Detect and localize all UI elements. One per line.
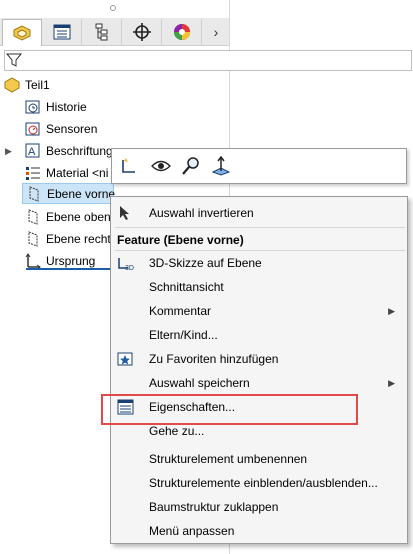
menu-item-parent-child[interactable]: Eltern/Kind... <box>111 323 407 347</box>
sensor-icon <box>25 122 40 136</box>
menu-separator <box>115 227 405 228</box>
svg-text:A: A <box>28 146 36 158</box>
normal-to-icon <box>211 156 231 176</box>
plane-icon <box>29 185 39 202</box>
part-icon <box>4 77 20 93</box>
context-menu: Auswahl invertieren Feature (Ebene vorne… <box>110 196 408 544</box>
history-icon <box>25 100 40 114</box>
menu-item-invert-selection[interactable]: Auswahl invertieren <box>111 201 407 225</box>
svg-text:3D: 3D <box>125 265 134 271</box>
tree-item-ebene-oben[interactable]: Ebene oben <box>25 207 111 227</box>
menu-section-header: Feature (Ebene vorne) <box>117 233 244 247</box>
3d-sketch-icon: 3D <box>118 258 134 271</box>
part-icon <box>13 25 31 41</box>
menu-item-comment[interactable]: Kommentar ▶ <box>111 299 407 323</box>
property-manager-icon <box>53 24 70 40</box>
tree-root-part[interactable]: Teil1 <box>4 75 50 95</box>
tree-item-material[interactable]: Material <ni <box>25 163 108 183</box>
tree-item-label: Ursprung <box>46 254 96 268</box>
show-hide-button[interactable] <box>150 155 172 177</box>
panel-grip-icon[interactable] <box>110 5 116 11</box>
tree-item-label: Material <ni <box>46 166 109 180</box>
configuration-icon <box>95 23 107 41</box>
menu-item-3d-sketch-on-plane[interactable]: 3D 3D-Skizze auf Ebene <box>111 251 407 275</box>
plane-icon <box>28 231 38 247</box>
zoom-icon <box>182 157 199 175</box>
eye-icon <box>151 160 171 172</box>
menu-item-customize-menu[interactable]: Menü anpassen <box>111 519 407 543</box>
tree-item-ebene-vorne[interactable]: Ebene vorne <box>22 183 116 204</box>
context-toolbar <box>111 148 407 184</box>
menu-item-add-to-favorites[interactable]: Zu Favoriten hinzufügen <box>111 347 407 371</box>
highlight-box <box>101 394 358 425</box>
crosshair-icon <box>132 23 151 41</box>
menu-item-label: Kommentar <box>149 304 212 318</box>
material-icon <box>26 167 40 180</box>
menu-item-label: Auswahl speichern <box>149 376 250 390</box>
tab-dimxpert[interactable] <box>122 19 162 45</box>
invert-selection-icon <box>120 206 129 220</box>
menu-item-rename-tree-item[interactable]: Strukturelement umbenennen <box>111 447 407 471</box>
tree-item-beschriftungen[interactable]: ▶ A Beschriftung <box>5 141 113 161</box>
submenu-arrow-icon: ▶ <box>388 305 395 316</box>
tree-item-label: Ebene recht <box>46 232 111 246</box>
tree-item-label: Historie <box>46 100 87 114</box>
favorites-icon <box>117 352 133 366</box>
menu-item-section-view[interactable]: Schnittansicht <box>111 275 407 299</box>
tree-item-ebene-rechts[interactable]: Ebene recht <box>25 229 111 249</box>
rollback-bar[interactable] <box>26 268 112 270</box>
menu-item-label: Gehe zu... <box>149 424 205 438</box>
menu-item-label: Auswahl invertieren <box>149 206 254 220</box>
tree-item-label: Ebene vorne <box>47 186 116 201</box>
expand-arrow-icon[interactable]: ▶ <box>5 146 17 157</box>
sketch-icon <box>122 158 135 173</box>
zoom-to-selection-button[interactable] <box>180 155 202 177</box>
menu-item-label: Strukturelement umbenennen <box>149 452 308 466</box>
menu-item-label: Eltern/Kind... <box>149 328 218 342</box>
tree-item-label: Ebene oben <box>46 210 111 224</box>
annotations-icon: A <box>25 143 40 158</box>
menu-item-label: Zu Favoriten hinzufügen <box>149 352 279 366</box>
tree-item-historie[interactable]: Historie <box>25 97 87 117</box>
sketch-button[interactable] <box>118 155 140 177</box>
normal-to-button[interactable] <box>210 155 232 177</box>
menu-item-label: Strukturelemente einblenden/ausblenden..… <box>149 476 378 490</box>
tab-display-manager[interactable] <box>162 19 202 45</box>
tab-configurationmanager[interactable] <box>82 19 122 45</box>
menu-item-collapse-tree[interactable]: Baumstruktur zuklappen <box>111 495 407 519</box>
tree-item-sensoren[interactable]: Sensoren <box>25 119 97 139</box>
tab-propertymanager[interactable] <box>42 19 82 45</box>
filter-icon <box>6 53 22 67</box>
tree-filter-input[interactable] <box>4 50 412 71</box>
menu-item-label: Menü anpassen <box>149 524 235 538</box>
tab-featuremanager[interactable] <box>2 19 42 46</box>
tab-scroll-right-icon[interactable]: › <box>206 19 226 45</box>
plane-icon <box>28 209 38 225</box>
menu-item-label: Baumstruktur zuklappen <box>149 500 279 514</box>
origin-icon <box>25 253 41 269</box>
tree-item-label: Beschriftung <box>46 144 113 158</box>
tree-root-label: Teil1 <box>25 78 50 92</box>
tree-item-label: Sensoren <box>46 122 98 136</box>
menu-item-show-hide-tree-items[interactable]: Strukturelemente einblenden/ausblenden..… <box>111 471 407 495</box>
menu-item-save-selection[interactable]: Auswahl speichern ▶ <box>111 371 407 395</box>
menu-item-label: 3D-Skizze auf Ebene <box>149 256 262 270</box>
submenu-arrow-icon: ▶ <box>388 377 395 388</box>
appearance-icon <box>173 24 190 40</box>
menu-item-label: Schnittansicht <box>149 280 224 294</box>
